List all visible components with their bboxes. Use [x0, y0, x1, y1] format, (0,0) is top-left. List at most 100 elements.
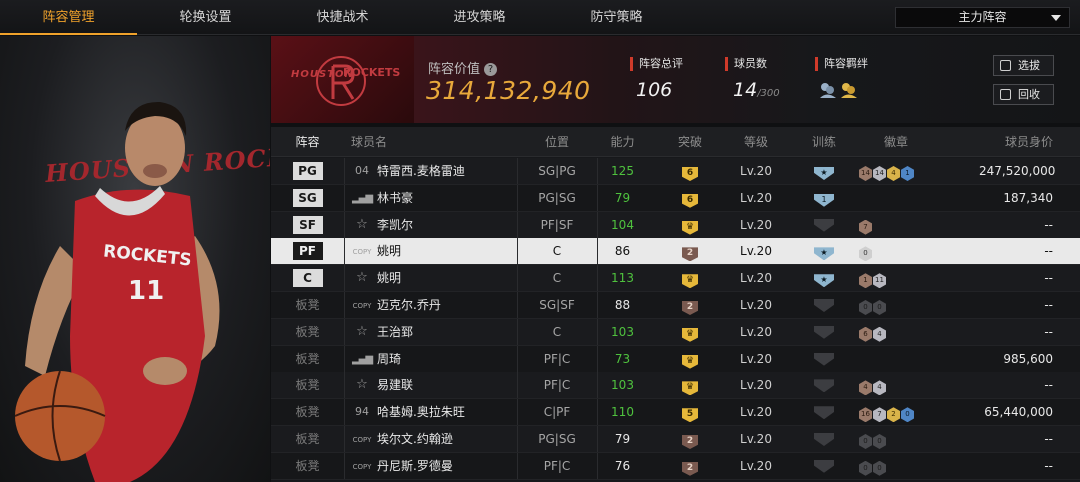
table-row[interactable]: SF ☆ 李凯尔 PF|SF 104 ♛ Lv.20 7 -- — [271, 211, 1080, 239]
training-shield-icon[interactable] — [814, 299, 834, 312]
table-row[interactable]: C ☆ 姚明 C 113 ♛ Lv.20 ★ 1 11 -- — [271, 265, 1080, 293]
header-player-value[interactable]: 球员身价 — [979, 127, 1053, 157]
tab-rotation-settings[interactable]: 轮换设置 — [137, 0, 274, 35]
badge-icon: 11 — [873, 273, 886, 289]
lineup-dropdown[interactable]: 主力阵容 — [895, 7, 1070, 28]
player-value: -- — [1044, 458, 1053, 473]
training-shield-icon[interactable] — [814, 379, 834, 393]
training-shield-icon[interactable] — [814, 406, 834, 420]
training-shield-icon[interactable] — [814, 325, 834, 339]
header-training[interactable]: 训练 — [799, 127, 849, 157]
table-row[interactable]: SG ▂▄▆ 林书豪 PG|SG 79 6 Lv.20 1 187,340 — [271, 184, 1080, 212]
player-ability: 110 — [611, 405, 634, 420]
badge-icon: 4 — [873, 326, 886, 342]
training-shield-icon[interactable]: ★ — [814, 274, 834, 288]
player-level: Lv.20 — [740, 378, 772, 393]
header-name[interactable]: 球员名 — [351, 127, 411, 157]
training-cell: ★ — [799, 158, 849, 184]
header-breakthrough[interactable]: 突破 — [670, 127, 710, 157]
badge-icon: 4 — [873, 380, 886, 396]
column-divider — [597, 292, 598, 318]
player-value: -- — [1044, 378, 1053, 393]
help-icon[interactable]: ? — [484, 63, 498, 76]
table-header: 阵容 球员名 位置 能力 突破 等级 训练 徽章 球员身价 — [271, 127, 1080, 157]
training-shield-icon[interactable] — [814, 459, 834, 473]
recycle-button-label: 回收 — [1018, 88, 1040, 101]
badge-icon: 1 — [901, 166, 914, 181]
breakthrough-cell: 2 — [670, 238, 710, 264]
recycle-button[interactable]: 回收 — [993, 84, 1054, 105]
breakthrough-badge-icon: 2 — [682, 435, 698, 449]
table-row[interactable]: 板凳 ☆ 易建联 PF|C 103 ♛ Lv.20 44 -- — [271, 372, 1080, 400]
column-divider — [597, 158, 598, 184]
player-level: Lv.20 — [740, 405, 772, 420]
player-count-max: /300 — [757, 88, 780, 99]
table-row[interactable]: 板凳 94 哈基姆.奥拉朱旺 C|PF 110 5 Lv.20 16 7 2 0 65… — [271, 399, 1080, 427]
column-divider — [344, 452, 345, 479]
training-cell — [799, 346, 849, 372]
slot-cell: C — [271, 265, 344, 291]
badge-icon: 6 — [859, 326, 872, 342]
player-ability: 103 — [611, 324, 634, 339]
lineup-value: 314,132,940 — [426, 76, 591, 105]
table-row[interactable]: 板凳 COPY 丹尼斯.罗德曼 PF|C 76 2 Lv.20 00 -- — [271, 452, 1080, 480]
training-shield-icon[interactable] — [814, 433, 834, 446]
slot-badge: SF — [292, 215, 323, 234]
table-row[interactable]: 板凳 COPY 埃尔文.约翰逊 PG|SG 79 2 Lv.20 00 -- — [271, 426, 1080, 453]
breakthrough-badge-icon: ♛ — [682, 381, 698, 396]
jersey-number: 11 — [128, 276, 165, 306]
breakthrough-cell: 6 — [670, 158, 710, 184]
badge-icon: 0 — [873, 434, 886, 449]
training-cell — [799, 399, 849, 425]
badge-icon: 14 — [873, 166, 886, 181]
player-position: PF|C — [543, 458, 571, 473]
table-row[interactable]: 板凳 ▂▄▆ 周琦 PF|C 73 ♛ Lv.20 985,600 — [271, 345, 1080, 373]
player-name: 姚明 — [377, 244, 402, 259]
breakthrough-badge-icon: 2 — [682, 461, 698, 476]
table-row[interactable]: PF COPY 姚明 C 86 2 Lv.20 ★ 0 -- — [271, 238, 1080, 266]
star-rank-icon: ☆ — [356, 377, 368, 393]
training-shield-icon[interactable] — [814, 352, 834, 366]
table-row[interactable]: 板凳 ☆ 王治郅 C 103 ♛ Lv.20 64 -- — [271, 318, 1080, 346]
slot-badge: PF — [292, 242, 323, 261]
slot-cell: 板凳 — [271, 372, 344, 398]
training-shield-icon[interactable]: 1 — [814, 193, 834, 207]
player-level: Lv.20 — [740, 217, 772, 232]
column-divider — [344, 426, 345, 452]
column-divider — [597, 211, 598, 238]
breakthrough-badge-icon: 5 — [682, 408, 698, 423]
star-rank-icon: ☆ — [356, 323, 368, 339]
bond-icon[interactable] — [818, 80, 863, 100]
header-slot[interactable]: 阵容 — [271, 127, 344, 157]
column-divider — [597, 372, 598, 399]
copy-card-icon: COPY — [352, 248, 372, 257]
header-ability[interactable]: 能力 — [599, 127, 646, 157]
column-divider — [597, 265, 598, 292]
select-button[interactable]: 选拔 — [993, 55, 1054, 76]
badge-icon: 14 — [859, 166, 872, 181]
player-rank-icon-cell: ▂▄▆ — [351, 185, 373, 211]
player-level: Lv.20 — [740, 458, 772, 473]
training-cell — [799, 292, 849, 318]
copy-card-icon: COPY — [352, 302, 372, 310]
header-level[interactable]: 等级 — [721, 127, 791, 157]
table-row[interactable]: 板凳 COPY 迈克尔.乔丹 SG|SF 88 2 Lv.20 00 -- — [271, 292, 1080, 319]
badges-cell — [859, 185, 979, 211]
header-badges[interactable]: 徽章 — [861, 127, 931, 157]
header-position[interactable]: 位置 — [518, 127, 596, 157]
tab-quick-tactics[interactable]: 快捷战术 — [274, 0, 411, 35]
season-year-icon: 04 — [355, 164, 369, 177]
lineup-value-label-text: 阵容价值 — [428, 62, 481, 77]
player-position: SG|SF — [539, 298, 575, 312]
breakthrough-cell: 5 — [670, 399, 710, 425]
training-shield-icon[interactable] — [814, 218, 834, 232]
featured-player-portrait: HOUSTON ROCKETS ROCKETS 11 — [0, 36, 270, 482]
tab-offense-strategy[interactable]: 进攻策略 — [411, 0, 548, 35]
column-divider — [597, 345, 598, 372]
tab-defense-strategy[interactable]: 防守策略 — [548, 0, 685, 35]
table-row[interactable]: PG 04 特雷西.麦格雷迪 SG|PG 125 6 Lv.20 ★ 14 14 4… — [271, 158, 1080, 185]
player-rank-icon-cell: ☆ — [351, 319, 373, 345]
training-shield-icon[interactable]: ★ — [814, 247, 834, 261]
tab-lineup-management[interactable]: 阵容管理 — [0, 0, 137, 35]
training-shield-icon[interactable]: ★ — [814, 167, 834, 180]
